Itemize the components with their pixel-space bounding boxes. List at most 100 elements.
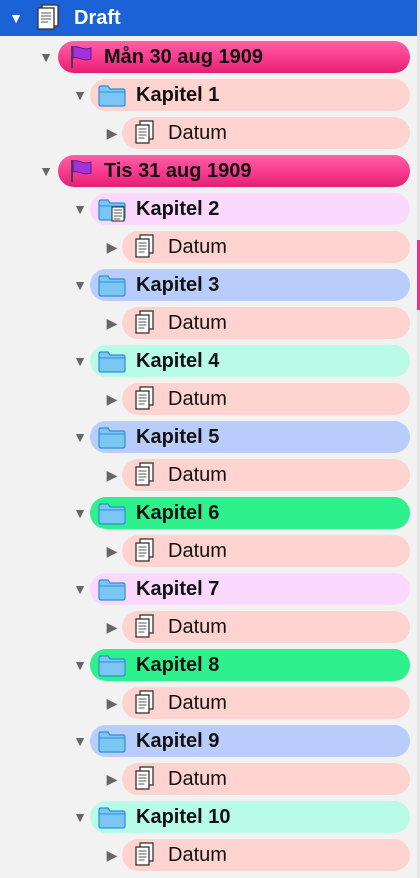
binder-item-label: Kapitel 10	[136, 806, 231, 828]
document-stack-icon	[128, 766, 160, 792]
binder-row-kapitel-10[interactable]: ▼ Kapitel 10	[0, 798, 420, 836]
draft-stack-icon	[32, 4, 64, 31]
disclosure-triangle-collapsed-icon[interactable]: ▶	[102, 304, 122, 342]
disclosure-triangle-collapsed-icon[interactable]: ▶	[102, 836, 122, 874]
binder-row-m-n-30-aug-1909[interactable]: ▼ Mån 30 aug 1909	[0, 38, 420, 76]
binder-row-kapitel-8[interactable]: ▼ Kapitel 8	[0, 646, 420, 684]
binder-row-datum[interactable]: ▶ Datum	[0, 836, 420, 874]
binder-item-label: Kapitel 9	[136, 730, 220, 752]
binder-item-label: Kapitel 4	[136, 350, 220, 372]
label-color-highlight	[122, 763, 410, 795]
binder-item-label: Kapitel 1	[136, 84, 220, 106]
disclosure-triangle-collapsed-icon[interactable]: ▶	[102, 532, 122, 570]
disclosure-triangle-expanded-icon[interactable]: ▼	[70, 494, 90, 532]
label-color-highlight	[122, 687, 410, 719]
binder-row-datum[interactable]: ▶ Datum	[0, 760, 420, 798]
binder-item-label: Kapitel 6	[136, 502, 220, 524]
disclosure-triangle-collapsed-icon[interactable]: ▶	[102, 608, 122, 646]
binder-item-label: Datum	[168, 236, 227, 258]
binder-row-kapitel-7[interactable]: ▼ Kapitel 7	[0, 570, 420, 608]
document-stack-icon	[128, 538, 160, 564]
folder-icon	[96, 500, 128, 526]
binder-row-kapitel-4[interactable]: ▼ Kapitel 4	[0, 342, 420, 380]
binder-item-label: Datum	[168, 692, 227, 714]
document-stack-icon	[128, 462, 160, 488]
binder-row-tis-31-aug-1909[interactable]: ▼ Tis 31 aug 1909	[0, 152, 420, 190]
binder-item-label: Datum	[168, 844, 227, 866]
binder-item-label: Datum	[168, 464, 227, 486]
document-stack-icon	[128, 310, 160, 336]
binder-row-datum[interactable]: ▶ Datum	[0, 684, 420, 722]
label-color-highlight	[122, 459, 410, 491]
folder-icon	[96, 348, 128, 374]
binder-item-label: Datum	[168, 312, 227, 334]
binder-item-label: Datum	[168, 540, 227, 562]
folder-icon	[96, 82, 128, 108]
binder-row-datum[interactable]: ▶ Datum	[0, 228, 420, 266]
disclosure-triangle-expanded-icon[interactable]: ▼	[70, 722, 90, 760]
binder-item-label: Tis 31 aug 1909	[104, 160, 252, 182]
binder-row-kapitel-2[interactable]: ▼ Kapitel 2	[0, 190, 420, 228]
binder-row-datum[interactable]: ▶ Datum	[0, 380, 420, 418]
binder-item-label: Datum	[168, 768, 227, 790]
disclosure-triangle-expanded-icon[interactable]: ▼	[70, 266, 90, 304]
flag-icon	[64, 44, 96, 70]
disclosure-triangle-expanded-icon[interactable]: ▼	[70, 570, 90, 608]
binder-row-kapitel-9[interactable]: ▼ Kapitel 9	[0, 722, 420, 760]
flag-icon	[64, 158, 96, 184]
binder-item-label: Datum	[168, 616, 227, 638]
folder-icon	[96, 728, 128, 754]
label-color-highlight	[122, 117, 410, 149]
binder-row-kapitel-1[interactable]: ▼ Kapitel 1	[0, 76, 420, 114]
binder-item-label: Kapitel 5	[136, 426, 220, 448]
binder-row-datum[interactable]: ▶ Datum	[0, 304, 420, 342]
disclosure-triangle-collapsed-icon[interactable]: ▶	[102, 380, 122, 418]
binder-row-datum[interactable]: ▶ Datum	[0, 114, 420, 152]
binder-row-kapitel-5[interactable]: ▼ Kapitel 5	[0, 418, 420, 456]
folder-with-document-icon	[96, 196, 128, 222]
disclosure-triangle-collapsed-icon[interactable]: ▶	[102, 760, 122, 798]
disclosure-triangle-collapsed-icon[interactable]: ▶	[102, 228, 122, 266]
disclosure-triangle-expanded-icon[interactable]: ▼	[70, 190, 90, 228]
document-stack-icon	[128, 234, 160, 260]
binder-row-datum[interactable]: ▶ Datum	[0, 608, 420, 646]
label-color-highlight	[122, 383, 410, 415]
binder-row-kapitel-3[interactable]: ▼ Kapitel 3	[0, 266, 420, 304]
binder-item-label: Kapitel 8	[136, 654, 220, 676]
disclosure-triangle-collapsed-icon[interactable]: ▶	[102, 114, 122, 152]
binder-outline: ▼ Draft ▼ Mån 30 aug 1909 ▼ Kapitel 1 ▶ Datum…	[0, 0, 420, 878]
folder-icon	[96, 652, 128, 678]
binder-row-kapitel-6[interactable]: ▼ Kapitel 6	[0, 494, 420, 532]
document-stack-icon	[128, 386, 160, 412]
folder-icon	[96, 424, 128, 450]
draft-label: Draft	[74, 7, 121, 29]
disclosure-triangle-expanded-icon[interactable]: ▼	[6, 0, 26, 36]
folder-icon	[96, 576, 128, 602]
disclosure-triangle-expanded-icon[interactable]: ▼	[36, 38, 56, 76]
document-stack-icon	[128, 120, 160, 146]
document-stack-icon	[128, 690, 160, 716]
binder-row-datum[interactable]: ▶ Datum	[0, 456, 420, 494]
disclosure-triangle-collapsed-icon[interactable]: ▶	[102, 684, 122, 722]
document-stack-icon	[128, 614, 160, 640]
disclosure-triangle-expanded-icon[interactable]: ▼	[70, 646, 90, 684]
disclosure-triangle-collapsed-icon[interactable]: ▶	[102, 456, 122, 494]
folder-icon	[96, 272, 128, 298]
label-color-highlight	[122, 231, 410, 263]
binder-item-label: Kapitel 3	[136, 274, 220, 296]
folder-icon	[96, 804, 128, 830]
binder-item-label: Kapitel 7	[136, 578, 220, 600]
label-color-highlight	[122, 307, 410, 339]
binder-row-datum[interactable]: ▶ Datum	[0, 532, 420, 570]
disclosure-triangle-expanded-icon[interactable]: ▼	[36, 152, 56, 190]
label-color-highlight	[122, 839, 410, 871]
label-color-highlight	[122, 611, 410, 643]
binder-item-label: Datum	[168, 388, 227, 410]
disclosure-triangle-expanded-icon[interactable]: ▼	[70, 342, 90, 380]
binder-item-label: Kapitel 2	[136, 198, 220, 220]
disclosure-triangle-expanded-icon[interactable]: ▼	[70, 418, 90, 456]
label-color-highlight	[122, 535, 410, 567]
disclosure-triangle-expanded-icon[interactable]: ▼	[70, 798, 90, 836]
disclosure-triangle-expanded-icon[interactable]: ▼	[70, 76, 90, 114]
binder-row-draft[interactable]: ▼ Draft	[0, 0, 420, 36]
